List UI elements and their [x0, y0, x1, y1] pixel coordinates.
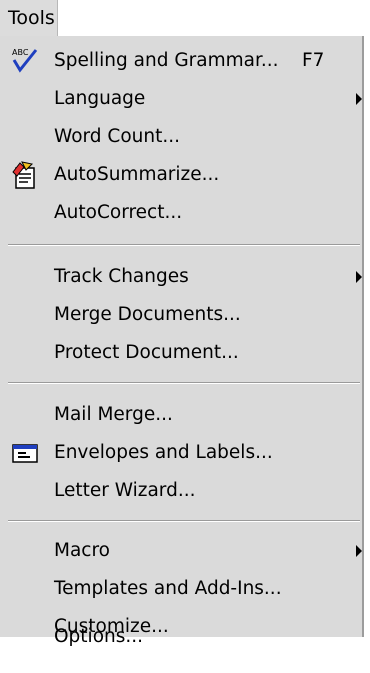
menu-item-label: Protect Document...	[54, 342, 239, 363]
autosummarize-icon	[12, 161, 35, 189]
menu-item-merge-documents[interactable]: Merge Documents...	[0, 296, 362, 334]
menu-item-label: Track Changes	[54, 266, 189, 287]
menu-item-language[interactable]: Language	[0, 80, 362, 118]
menu-item-autosummarize[interactable]: AutoSummarize...	[0, 156, 362, 194]
menu-item-label: Mail Merge...	[54, 404, 173, 425]
menu-item-envelopes-labels[interactable]: Envelopes and Labels...	[0, 434, 362, 472]
menu-item-label: AutoCorrect...	[54, 202, 183, 223]
menu-item-mail-merge[interactable]: Mail Merge...	[0, 396, 362, 434]
menu-item-label: Letter Wizard...	[54, 480, 196, 501]
menu-item-label: Templates and Add-Ins...	[54, 578, 282, 599]
menu-item-track-changes[interactable]: Track Changes	[0, 258, 362, 296]
menu-item-macro[interactable]: Macro	[0, 532, 362, 570]
menu-item-templates-addins[interactable]: Templates and Add-Ins...	[0, 570, 362, 608]
menu-item-protect-document[interactable]: Protect Document...	[0, 334, 362, 372]
menu-item-autocorrect[interactable]: AutoCorrect...	[0, 194, 362, 232]
submenu-arrow-icon	[356, 93, 362, 105]
menu-item-label: AutoSummarize...	[54, 164, 220, 185]
tools-menu: ABC Spelling and Grammar... F7 Language …	[0, 36, 364, 637]
menu-item-label: Language	[54, 88, 146, 109]
tools-menu-screenshot: Tools ABC Spelling and Grammar... F7 Lan…	[0, 0, 370, 673]
submenu-arrow-icon	[356, 545, 362, 557]
svg-text:ABC: ABC	[12, 48, 29, 57]
menu-separator	[8, 382, 360, 384]
submenu-arrow-icon	[356, 271, 362, 283]
menu-item-label: Word Count...	[54, 126, 181, 147]
menu-item-spelling-grammar[interactable]: ABC Spelling and Grammar... F7	[0, 42, 362, 80]
envelope-label-icon	[12, 444, 38, 463]
menu-item-options[interactable]: Options...	[0, 618, 362, 656]
menu-item-word-count[interactable]: Word Count...	[0, 118, 362, 156]
spelling-check-icon: ABC	[12, 48, 38, 73]
menu-item-label: Merge Documents...	[54, 304, 241, 325]
menubar-tools[interactable]: Tools	[0, 0, 58, 38]
menu-item-label: Spelling and Grammar...	[54, 50, 279, 71]
menu-item-label: Macro	[54, 540, 110, 561]
menu-item-letter-wizard[interactable]: Letter Wizard...	[0, 472, 362, 510]
menu-separator	[8, 244, 360, 246]
menu-item-label: Options...	[54, 626, 144, 647]
menu-item-label: Envelopes and Labels...	[54, 442, 273, 463]
menu-separator	[8, 520, 360, 522]
shortcut-label: F7	[302, 50, 325, 71]
